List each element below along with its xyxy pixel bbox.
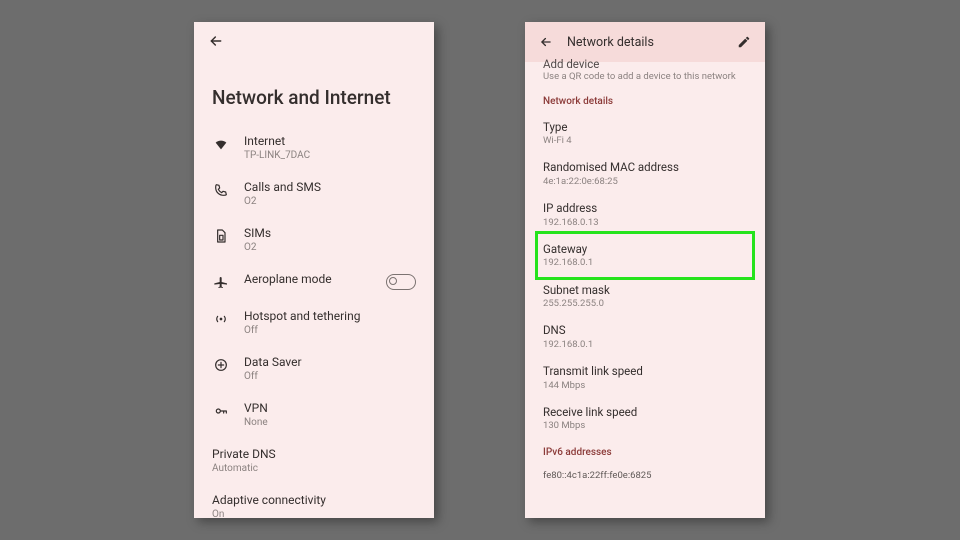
detail-row-type: TypeWi-Fi 4 xyxy=(525,113,765,154)
stage: Network and Internet InternetTP-LINK_7DA… xyxy=(0,0,960,540)
row-label: Private DNS xyxy=(212,447,416,462)
settings-row-datasaver[interactable]: Data SaverOff xyxy=(194,346,434,392)
row-label: VPN xyxy=(244,401,416,416)
detail-label: DNS xyxy=(543,323,747,337)
row-sublabel: Off xyxy=(244,371,416,383)
detail-label: Subnet mask xyxy=(543,283,747,297)
detail-label: Gateway xyxy=(543,242,747,256)
toggle-aeroplane[interactable] xyxy=(386,274,416,290)
detail-row-rxspeed: Receive link speed130 Mbps xyxy=(525,398,765,439)
detail-label: Type xyxy=(543,120,747,134)
detail-row-ip: IP address 192.168.0.13 xyxy=(525,194,765,235)
settings-list: InternetTP-LINK_7DACCalls and SMSO2SIMsO… xyxy=(194,121,434,518)
detail-value: 192.168.0.1 xyxy=(543,257,747,268)
phone-icon xyxy=(212,181,230,199)
row-label: Data Saver xyxy=(244,355,416,370)
appbar-title: Network details xyxy=(567,35,723,50)
detail-value: 192.168.0.13 xyxy=(543,217,747,228)
phone-network-internet: Network and Internet InternetTP-LINK_7DA… xyxy=(194,22,434,518)
settings-row-aeroplane[interactable]: Aeroplane mode xyxy=(194,263,434,300)
detail-label: Randomised MAC address xyxy=(543,160,747,174)
settings-row-internet[interactable]: InternetTP-LINK_7DAC xyxy=(194,125,434,171)
row-label: Calls and SMS xyxy=(244,180,416,195)
detail-value: 4e:1a:22:0e:68:25 xyxy=(543,176,747,187)
appbar xyxy=(194,22,434,60)
settings-row-vpn[interactable]: VPNNone xyxy=(194,392,434,438)
ipv6-address: fe80::4c1a:22ff:fe0e:6825 xyxy=(525,462,765,489)
row-sublabel: None xyxy=(244,417,416,429)
plane-icon xyxy=(212,273,230,291)
row-sublabel: On xyxy=(212,509,416,518)
network-details-list: TypeWi-Fi 4 Randomised MAC address 4e:1a:2… xyxy=(525,111,765,439)
settings-row-privdns[interactable]: Private DNSAutomatic xyxy=(194,438,434,484)
row-sublabel: O2 xyxy=(244,242,416,254)
row-sublabel: O2 xyxy=(244,196,416,208)
settings-row-hotspot[interactable]: Hotspot and tetheringOff xyxy=(194,300,434,346)
phone-network-details: Network details Add device Use a QR code… xyxy=(525,22,765,518)
row-label: Hotspot and tethering xyxy=(244,309,416,324)
detail-row-gateway: Gateway192.168.0.1 xyxy=(525,235,765,276)
row-sublabel: Off xyxy=(244,325,416,337)
detail-value: Wi-Fi 4 xyxy=(543,135,747,146)
settings-row-sims[interactable]: SIMsO2 xyxy=(194,217,434,263)
detail-label: Receive link speed xyxy=(543,405,747,419)
detail-row-dns: DNS 192.168.0.1 xyxy=(525,316,765,357)
row-label: Internet xyxy=(244,134,416,149)
hotspot-icon xyxy=(212,310,230,328)
add-device-row[interactable]: Add device xyxy=(525,58,765,71)
detail-value: 130 Mbps xyxy=(543,420,747,431)
edit-icon[interactable] xyxy=(737,35,751,49)
row-label: SIMs xyxy=(244,226,416,241)
row-sublabel: Automatic xyxy=(212,463,416,475)
detail-row-txspeed: Transmit link speed 144 Mbps xyxy=(525,357,765,398)
page-title: Network and Internet xyxy=(194,60,434,121)
appbar: Network details xyxy=(525,22,765,62)
back-icon[interactable] xyxy=(208,33,224,49)
detail-row-subnet: Subnet mask255.255.255.0 xyxy=(525,276,765,317)
settings-row-adaptive[interactable]: Adaptive connectivityOn xyxy=(194,484,434,518)
row-sublabel: TP-LINK_7DAC xyxy=(244,150,416,162)
add-device-sub: Use a QR code to add a device to this ne… xyxy=(525,71,765,88)
sim-icon xyxy=(212,227,230,245)
section-header-ipv6: IPv6 addresses xyxy=(525,439,765,462)
detail-value: 144 Mbps xyxy=(543,380,747,391)
datasaver-icon xyxy=(212,356,230,374)
detail-value: 255.255.255.0 xyxy=(543,298,747,309)
back-icon[interactable] xyxy=(539,35,553,49)
section-header-details: Network details xyxy=(525,88,765,111)
row-label: Aeroplane mode xyxy=(244,272,372,287)
row-label: Adaptive connectivity xyxy=(212,493,416,508)
wifi-icon xyxy=(212,135,230,153)
vpn-icon xyxy=(212,402,230,420)
detail-label: IP address xyxy=(543,201,747,215)
detail-label: Transmit link speed xyxy=(543,364,747,378)
settings-row-calls[interactable]: Calls and SMSO2 xyxy=(194,171,434,217)
detail-row-mac: Randomised MAC address 4e:1a:22:0e:68:25 xyxy=(525,153,765,194)
detail-value: 192.168.0.1 xyxy=(543,339,747,350)
